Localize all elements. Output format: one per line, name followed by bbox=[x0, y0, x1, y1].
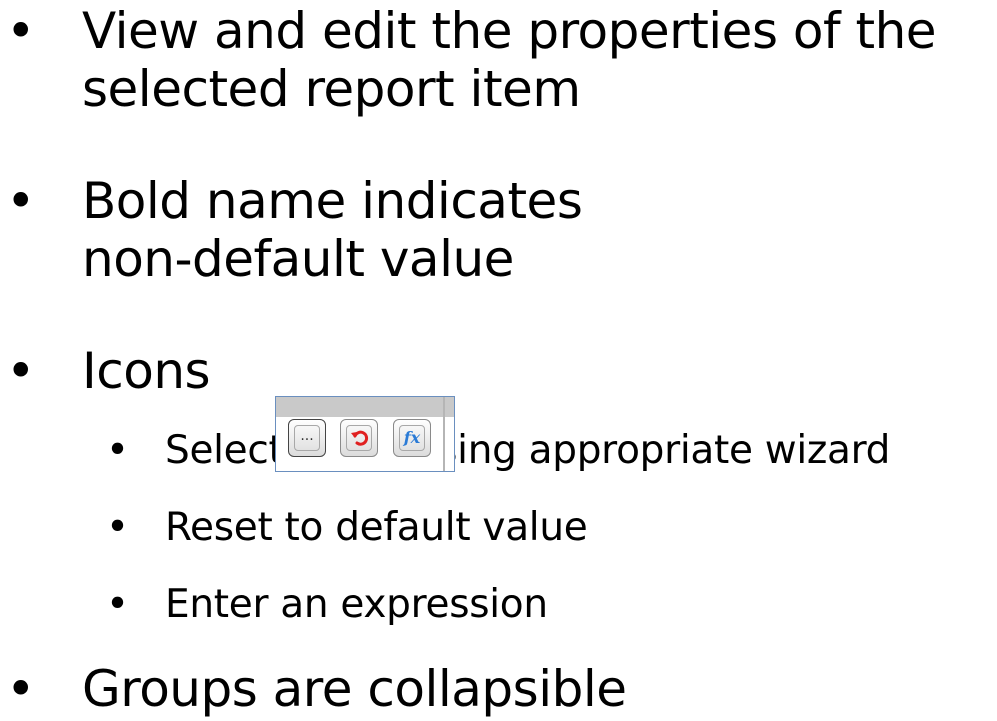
reset-button[interactable] bbox=[340, 419, 378, 457]
bullet-dot: • bbox=[6, 172, 36, 230]
bullet-dot: • bbox=[6, 2, 36, 60]
bullet-text: Icons bbox=[82, 342, 211, 400]
ellipsis-icon: ... bbox=[294, 425, 320, 451]
fx-icon: fx bbox=[399, 425, 425, 451]
ellipsis-button[interactable]: ... bbox=[288, 419, 326, 457]
scrollbar-divider bbox=[443, 397, 445, 471]
slide: • View and edit the properties of the se… bbox=[0, 0, 997, 721]
bullet-text: Enter an expression bbox=[165, 582, 548, 627]
bullet-text: View and edit the properties of the sele… bbox=[82, 2, 937, 118]
property-row-bar bbox=[276, 397, 454, 417]
bullet-dot: • bbox=[6, 660, 36, 718]
bullet-line: selected report item bbox=[82, 60, 581, 118]
bullet-dot: • bbox=[106, 428, 129, 473]
bullet-dot: • bbox=[6, 342, 36, 400]
bullet-text: Bold name indicates non-default value bbox=[82, 172, 583, 288]
bullet-line: Bold name indicates bbox=[82, 172, 583, 230]
bullet-text: Groups are collapsible bbox=[82, 660, 627, 718]
bullet-text: Reset to default value bbox=[165, 505, 588, 550]
bullet-line: View and edit the properties of the bbox=[82, 2, 937, 60]
bullet-line: non-default value bbox=[82, 230, 514, 288]
bullet-text: Select value using appropriate wizard bbox=[165, 428, 891, 473]
property-icons-strip: ... fx bbox=[275, 396, 455, 472]
bullet-dot: • bbox=[106, 505, 129, 550]
undo-arrow-icon bbox=[351, 430, 369, 446]
expression-button[interactable]: fx bbox=[393, 419, 431, 457]
bullet-dot: • bbox=[106, 582, 129, 627]
